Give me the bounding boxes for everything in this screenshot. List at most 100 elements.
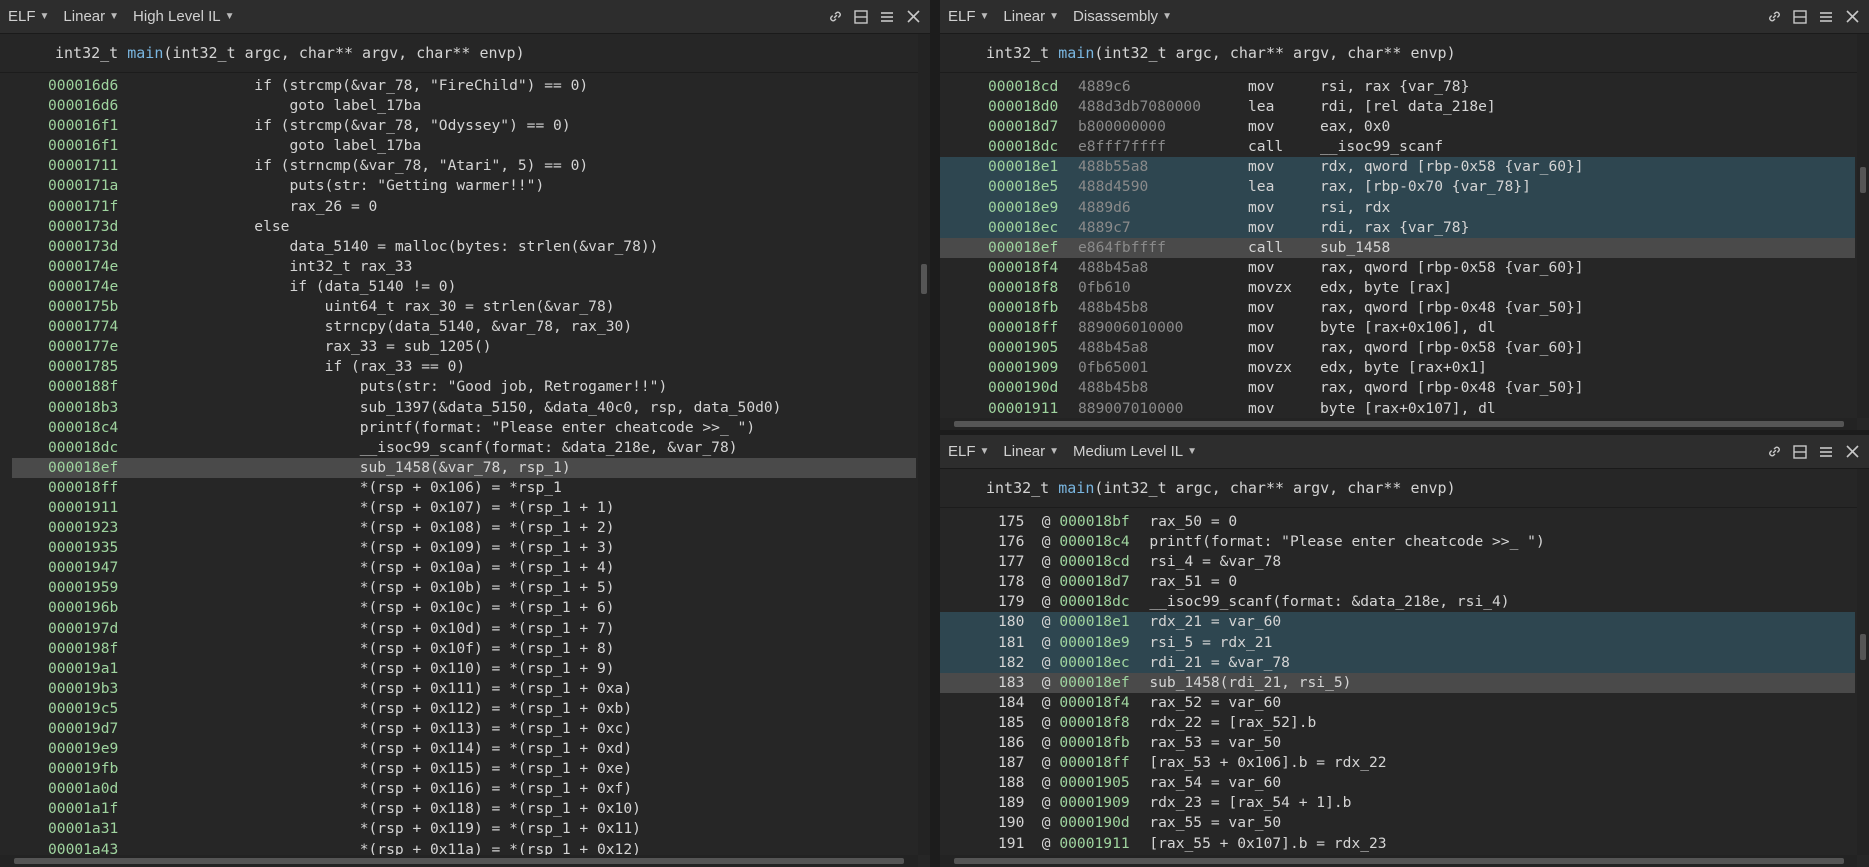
code-line[interactable]: 00001911 *(rsp + 0x107) = *(rsp_1 + 1) <box>12 498 916 518</box>
instruction-text[interactable]: rdx_21 = var_60 <box>1149 613 1281 630</box>
hlil-horizontal-scrollbar[interactable] <box>0 855 918 867</box>
code-line[interactable]: 00001923 *(rsp + 0x108) = *(rsp_1 + 2) <box>12 518 916 538</box>
line-code[interactable]: *(rsp + 0x10d) = *(rsp_1 + 7) <box>360 620 615 637</box>
instruction-operands[interactable]: eax, 0x0 <box>1320 118 1390 135</box>
code-line[interactable]: 000019b3 *(rsp + 0x111) = *(rsp_1 + 0xa) <box>12 679 916 699</box>
code-line[interactable]: 0000171f rax_26 = 0 <box>12 197 916 217</box>
instruction-text[interactable]: [rax_53 + 0x106].b = rdx_22 <box>1149 754 1386 771</box>
instruction-operands[interactable]: rdi, rax {var_78} <box>1320 219 1469 236</box>
line-code[interactable]: data_5140 = malloc(bytes: strlen(&var_78… <box>289 238 658 255</box>
code-line[interactable]: 000019e9 *(rsp + 0x114) = *(rsp_1 + 0xd) <box>12 739 916 759</box>
line-code[interactable]: *(rsp + 0x10c) = *(rsp_1 + 6) <box>360 599 615 616</box>
instruction-operands[interactable]: sub_1458 <box>1320 239 1390 256</box>
mlil-line[interactable]: 176 @ 000018c4 printf(format: "Please ent… <box>940 532 1855 552</box>
line-code[interactable]: *(rsp + 0x112) = *(rsp_1 + 0xb) <box>360 700 632 717</box>
disasm-line[interactable]: 000018cd 4889c6 mov rsi, rax {var_78} <box>940 77 1855 97</box>
disasm-code-listing[interactable]: 000018cd 4889c6 mov rsi, rax {var_78} 000018… <box>940 77 1855 417</box>
instruction-text[interactable]: rsi_4 = &var_78 <box>1149 553 1281 570</box>
mlil-line[interactable]: 177 @ 000018cd rsi_4 = &var_78 <box>940 552 1855 572</box>
disasm-line[interactable]: 000018d7 b800000000 mov eax, 0x0 <box>940 117 1855 137</box>
code-line[interactable]: 000018c4 printf(format: "Please enter ch… <box>12 418 916 438</box>
function-name[interactable]: main <box>1058 479 1094 497</box>
disasm-line[interactable]: 000018dc e8fff7ffff call __isoc99_scanf <box>940 137 1855 157</box>
instruction-operands[interactable]: rax, qword [rbp-0x58 {var_60}] <box>1320 339 1584 356</box>
mlil-vertical-scrollbar[interactable] <box>1857 469 1869 855</box>
code-line[interactable]: 0000174e if (data_5140 != 0) <box>12 277 916 297</box>
hlil-scroll-thumb[interactable] <box>921 264 927 294</box>
line-code[interactable]: uint64_t rax_30 = strlen(&var_78) <box>325 298 615 315</box>
menu-icon[interactable] <box>1817 443 1835 461</box>
instruction-text[interactable]: printf(format: "Please enter cheatcode >… <box>1149 533 1544 550</box>
line-code[interactable]: rax_33 = sub_1205() <box>325 338 492 355</box>
instruction-operands[interactable]: edx, byte [rax] <box>1320 279 1452 296</box>
line-code[interactable]: if (strcmp(&var_78, "Odyssey") == 0) <box>254 117 570 134</box>
instruction-operands[interactable]: rsi, rdx <box>1320 199 1390 216</box>
code-line[interactable]: 000018dc __isoc99_scanf(format: &data_21… <box>12 438 916 458</box>
line-code[interactable]: *(rsp + 0x109) = *(rsp_1 + 3) <box>360 539 615 556</box>
mlil-line[interactable]: 184 @ 000018f4 rax_52 = var_60 <box>940 693 1855 713</box>
close-icon[interactable] <box>904 8 922 26</box>
link-icon[interactable] <box>826 8 844 26</box>
line-code[interactable]: if (strncmp(&var_78, "Atari", 5) == 0) <box>254 157 588 174</box>
line-code[interactable]: *(rsp + 0x10f) = *(rsp_1 + 8) <box>360 640 615 657</box>
vertical-splitter[interactable] <box>930 0 940 867</box>
line-code[interactable]: strncpy(data_5140, &var_78, rax_30) <box>325 318 633 335</box>
line-code[interactable]: *(rsp + 0x115) = *(rsp_1 + 0xe) <box>360 760 632 777</box>
line-code[interactable]: *(rsp + 0x111) = *(rsp_1 + 0xa) <box>360 680 632 697</box>
code-line[interactable]: 0000188f puts(str: "Good job, Retrogamer… <box>12 377 916 397</box>
line-code[interactable]: else <box>254 218 289 235</box>
line-code[interactable]: *(rsp + 0x114) = *(rsp_1 + 0xd) <box>360 740 632 757</box>
code-line[interactable]: 00001785 if (rax_33 == 0) <box>12 357 916 377</box>
code-line[interactable]: 000019fb *(rsp + 0x115) = *(rsp_1 + 0xe) <box>12 759 916 779</box>
mlil-line[interactable]: 186 @ 000018fb rax_53 = var_50 <box>940 733 1855 753</box>
code-line[interactable]: 000016f1 goto label_17ba <box>12 136 916 156</box>
disasm-scroll-thumb[interactable] <box>1860 167 1866 193</box>
menu-icon[interactable] <box>1817 8 1835 26</box>
view-dropdown[interactable]: High Level IL ▼ <box>133 8 234 25</box>
mlil-line[interactable]: 180 @ 000018e1 rdx_21 = var_60 <box>940 612 1855 633</box>
mlil-line[interactable]: 179 @ 000018dc __isoc99_scanf(format: &da… <box>940 592 1855 612</box>
line-code[interactable]: *(rsp + 0x10a) = *(rsp_1 + 4) <box>360 559 615 576</box>
mlil-line[interactable]: 191 @ 00001911 [rax_55 + 0x107].b = rdx_2… <box>940 834 1855 854</box>
line-code[interactable]: __isoc99_scanf(format: &data_218e, &var_… <box>360 439 738 456</box>
disasm-line[interactable]: 000018e9 4889d6 mov rsi, rdx <box>940 197 1855 218</box>
mlil-line[interactable]: 190 @ 0000190d rax_55 = var_50 <box>940 813 1855 833</box>
code-line[interactable]: 0000174e int32_t rax_33 <box>12 257 916 277</box>
instruction-text[interactable]: __isoc99_scanf(format: &data_218e, rsi_4… <box>1149 593 1509 610</box>
code-line[interactable]: 000019c5 *(rsp + 0x112) = *(rsp_1 + 0xb) <box>12 699 916 719</box>
function-name[interactable]: main <box>1058 44 1094 62</box>
code-line[interactable]: 00001a31 *(rsp + 0x119) = *(rsp_1 + 0x11… <box>12 819 916 839</box>
layout-dropdown[interactable]: Linear ▼ <box>1003 8 1059 25</box>
mlil-line[interactable]: 188 @ 00001905 rax_54 = var_60 <box>940 773 1855 793</box>
line-code[interactable]: rax_26 = 0 <box>289 198 377 215</box>
disasm-line[interactable]: 00001909 0fb65001 movzx edx, byte [rax+0x1] <box>940 358 1855 378</box>
instruction-operands[interactable]: rdx, qword [rbp-0x58 {var_60}] <box>1320 158 1584 175</box>
line-code[interactable]: *(rsp + 0x10b) = *(rsp_1 + 5) <box>360 579 615 596</box>
instruction-text[interactable]: sub_1458(rdi_21, rsi_5) <box>1149 674 1351 691</box>
code-line[interactable]: 00001774 strncpy(data_5140, &var_78, rax… <box>12 317 916 337</box>
disasm-line[interactable]: 00001911 889007010000 mov byte [rax+0x107],… <box>940 399 1855 419</box>
code-line[interactable]: 00001a0d *(rsp + 0x116) = *(rsp_1 + 0xf) <box>12 779 916 799</box>
code-line[interactable]: 0000175b uint64_t rax_30 = strlen(&var_7… <box>12 297 916 317</box>
code-line[interactable]: 000018ef sub_1458(&var_78, rsp_1) <box>12 457 916 478</box>
line-code[interactable]: printf(format: "Please enter cheatcode >… <box>360 419 755 436</box>
instruction-text[interactable]: rax_55 = var_50 <box>1149 814 1281 831</box>
file-dropdown[interactable]: ELF ▼ <box>948 443 989 460</box>
disasm-line[interactable]: 000018ec 4889c7 mov rdi, rax {var_78} <box>940 217 1855 238</box>
view-dropdown[interactable]: Disassembly ▼ <box>1073 8 1172 25</box>
instruction-text[interactable]: rax_52 = var_60 <box>1149 694 1281 711</box>
code-line[interactable]: 0000196b *(rsp + 0x10c) = *(rsp_1 + 6) <box>12 598 916 618</box>
mlil-scroll-thumb[interactable] <box>1860 634 1866 660</box>
disasm-vertical-scrollbar[interactable] <box>1857 34 1869 418</box>
code-line[interactable]: 000018ff *(rsp + 0x106) = *rsp_1 <box>12 478 916 498</box>
instruction-text[interactable]: rdi_21 = &var_78 <box>1149 654 1290 671</box>
close-icon[interactable] <box>1843 443 1861 461</box>
instruction-text[interactable]: rax_51 = 0 <box>1149 573 1237 590</box>
mlil-hscroll-thumb[interactable] <box>954 858 1844 864</box>
line-code[interactable]: *(rsp + 0x110) = *(rsp_1 + 9) <box>360 660 615 677</box>
split-icon[interactable] <box>852 8 870 26</box>
disasm-line[interactable]: 000018fb 488b45b8 mov rax, qword [rbp-0x48 … <box>940 298 1855 318</box>
disasm-line[interactable]: 000018e5 488d4590 lea rax, [rbp-0x70 {var_7… <box>940 177 1855 198</box>
disasm-line[interactable]: 000018ef e864fbffff call sub_1458 <box>940 237 1855 258</box>
instruction-text[interactable]: rax_54 = var_60 <box>1149 774 1281 791</box>
